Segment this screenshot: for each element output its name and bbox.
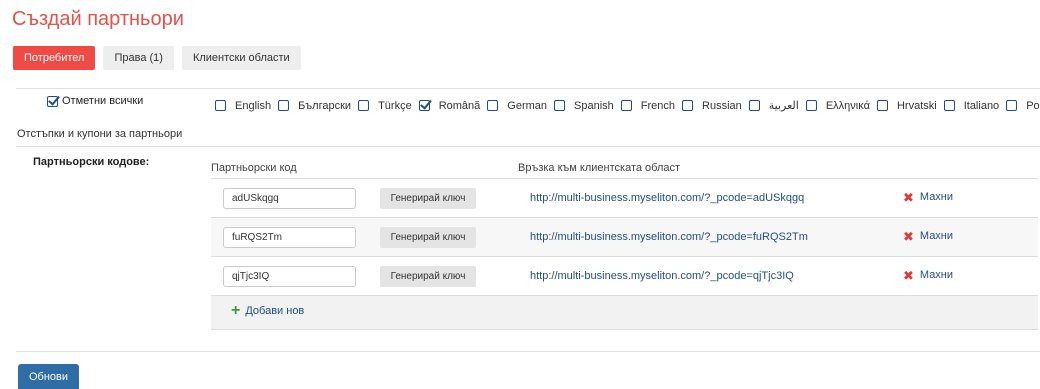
add-row: + Добави нов (211, 296, 1038, 330)
language-checkbox[interactable] (358, 100, 370, 111)
client-area-link[interactable]: http://multi-business.myseliton.com/?_pc… (530, 231, 808, 243)
language-option-french[interactable]: French (620, 99, 676, 112)
remove-button[interactable]: ✖ Махни (903, 228, 954, 244)
table-row: Генерирай ключ http://multi-business.mys… (211, 257, 1038, 296)
column-header-partner-code: Партньорски код (211, 162, 297, 174)
language-option-greek[interactable]: Ελληνικά (805, 99, 870, 112)
update-button[interactable]: Обнови (18, 364, 79, 389)
remove-label: Махни (919, 269, 954, 281)
check-all-label: Отметни всички (62, 95, 144, 107)
language-checkbox[interactable] (748, 100, 760, 111)
language-label: العربية (768, 100, 799, 112)
language-label: Russian (702, 99, 742, 112)
language-label: Română (438, 99, 481, 112)
language-label: Spanish (574, 99, 614, 112)
language-label: English (235, 99, 272, 112)
close-icon: ✖ (903, 228, 914, 244)
column-header-client-link: Връзка към клиентската област (518, 162, 681, 174)
section-divider (16, 146, 1040, 147)
plus-icon: + (231, 302, 241, 319)
language-checkbox[interactable] (418, 100, 430, 111)
partner-codes-table: Генерирай ключ http://multi-business.mys… (211, 178, 1038, 330)
language-list: English Български Türkçe Română German S… (215, 99, 1040, 112)
check-all-toggle[interactable]: Отметни всички (47, 95, 143, 107)
language-option-english[interactable]: English (215, 100, 271, 112)
client-area-link[interactable]: http://multi-business.myseliton.com/?_pc… (530, 270, 794, 282)
remove-button[interactable]: ✖ Махни (903, 267, 954, 283)
partner-code-input[interactable] (223, 266, 356, 287)
language-option-italian[interactable]: Italiano (943, 99, 1000, 112)
language-checkbox[interactable] (682, 100, 694, 111)
page-title: Създай партньори (12, 8, 184, 30)
check-all-checkbox[interactable] (47, 95, 58, 107)
language-label: Hrvatski (896, 99, 937, 112)
table-row: Генерирай ключ http://multi-business.mys… (211, 218, 1038, 257)
generate-key-button[interactable]: Генерирай ключ (380, 227, 476, 248)
language-option-russian[interactable]: Russian (682, 100, 742, 112)
language-label: Ελληνικά (825, 99, 870, 112)
generate-key-button[interactable]: Генерирай ключ (380, 266, 476, 287)
partner-discounts-section-label: Отстъпки и купони за партньори (17, 128, 183, 140)
tab-bar: Потребител Права (1) Клиентски области (13, 46, 301, 70)
top-divider (16, 88, 1040, 89)
language-label: Italiano (963, 99, 1000, 112)
language-option-croatian[interactable]: Hrvatski (876, 99, 937, 112)
table-row: Генерирай ключ http://multi-business.mys… (211, 179, 1038, 218)
language-checkbox[interactable] (487, 100, 499, 111)
language-option-bulgarian[interactable]: Български (278, 100, 351, 112)
tab-permissions[interactable]: Права (1) (103, 46, 174, 70)
language-option-romanian[interactable]: Română (418, 99, 481, 112)
language-option-arabic[interactable]: العربية (748, 99, 799, 112)
language-option-polish[interactable]: Polski (1006, 100, 1040, 112)
language-checkbox[interactable] (215, 100, 226, 111)
client-area-link[interactable]: http://multi-business.myseliton.com/?_pc… (530, 192, 804, 204)
add-new-button[interactable]: + Добави нов (231, 302, 305, 319)
close-icon: ✖ (903, 267, 914, 283)
language-option-german[interactable]: German (487, 100, 547, 112)
bottom-divider (16, 351, 1040, 352)
generate-key-button[interactable]: Генерирай ключ (380, 188, 476, 209)
language-option-turkish[interactable]: Türkçe (358, 100, 412, 112)
add-new-label: Добави нов (245, 305, 305, 317)
partner-code-input[interactable] (223, 227, 356, 248)
language-checkbox[interactable] (943, 100, 955, 111)
language-label: French (640, 99, 676, 112)
language-option-spanish[interactable]: Spanish (554, 100, 614, 112)
language-checkbox[interactable] (876, 100, 888, 111)
remove-label: Махни (919, 191, 954, 203)
language-checkbox[interactable] (1006, 100, 1018, 111)
partner-code-input[interactable] (223, 188, 356, 209)
language-label: Polski (1026, 99, 1040, 112)
tab-user[interactable]: Потребител (13, 46, 96, 70)
partner-codes-label: Партньорски кодове: (33, 156, 150, 168)
language-checkbox[interactable] (620, 100, 632, 111)
remove-button[interactable]: ✖ Махни (903, 189, 954, 205)
tab-client-areas[interactable]: Клиентски области (181, 46, 301, 70)
language-checkbox[interactable] (278, 100, 290, 111)
remove-label: Махни (919, 230, 954, 242)
language-checkbox[interactable] (554, 100, 566, 111)
close-icon: ✖ (903, 189, 914, 205)
language-label: Български (298, 99, 352, 112)
language-label: Türkçe (378, 99, 412, 112)
language-label: German (507, 99, 548, 112)
language-checkbox[interactable] (805, 100, 817, 111)
